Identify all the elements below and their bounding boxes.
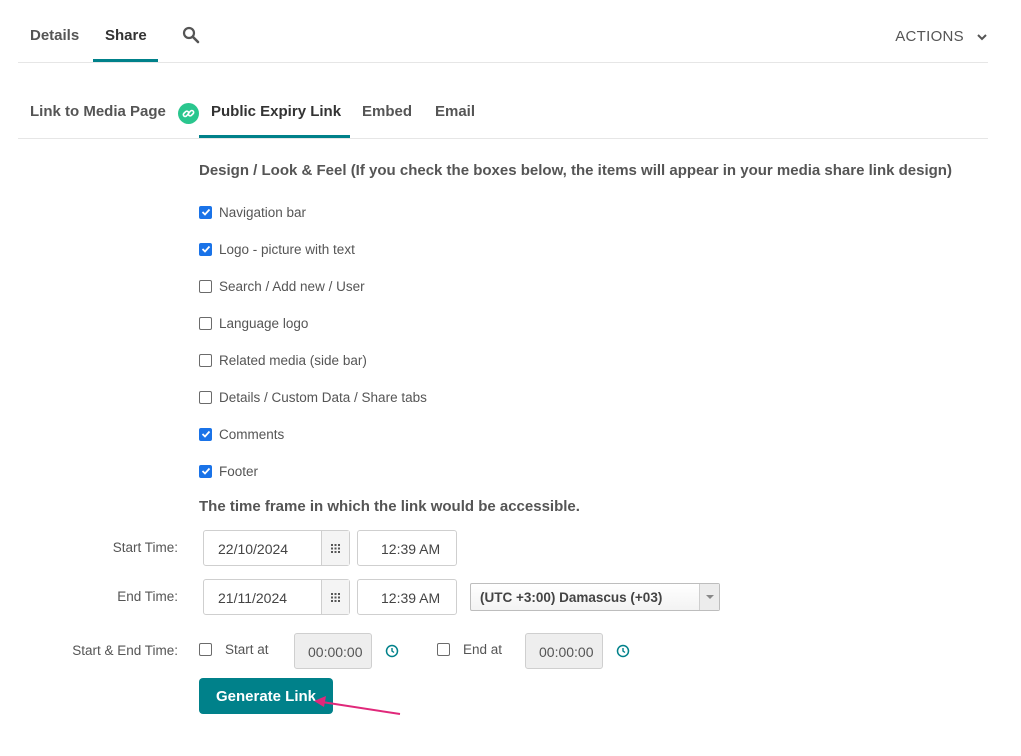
start-at-input[interactable]: 00:00:00 [294, 633, 372, 669]
actions-label: ACTIONS [895, 28, 964, 45]
end-at-value: 00:00:00 [539, 644, 594, 660]
option-label: Navigation bar [219, 204, 307, 220]
end-at-label: End at [463, 642, 503, 657]
tab-link-to-media-page[interactable]: Link to Media Page [30, 103, 166, 120]
clock-icon[interactable] [385, 644, 399, 658]
annotation-arrow [314, 696, 401, 715]
option-navigation-bar[interactable]: Navigation bar [199, 204, 306, 220]
actions-menu[interactable]: ACTIONS [895, 28, 988, 45]
start-at-checkbox[interactable] [199, 643, 212, 656]
timezone-value: (UTC +3:00) Damascus (+03) [480, 590, 663, 605]
checkbox[interactable] [199, 390, 212, 404]
option-label: Details / Custom Data / Share tabs [219, 389, 427, 405]
top-tab-bar: Details Share ACTIONS [18, 0, 988, 63]
tab-email[interactable]: Email [435, 103, 475, 120]
option-search-add-user[interactable]: Search / Add new / User [199, 278, 365, 294]
end-date-input[interactable]: 21/11/2024 [203, 579, 350, 615]
end-at-checkbox[interactable] [437, 643, 450, 656]
checkbox[interactable] [199, 242, 212, 256]
checkbox[interactable] [199, 205, 212, 219]
tab-share[interactable]: Share [105, 27, 147, 44]
caret-down-icon [699, 584, 719, 610]
start-time-input[interactable]: 12:39 AM [357, 530, 457, 566]
option-label: Related media (side bar) [219, 352, 367, 368]
end-date-value: 21/11/2024 [218, 590, 288, 606]
design-section-title: Design / Look & Feel (If you check the b… [199, 162, 952, 179]
end-at-input[interactable]: 00:00:00 [525, 633, 603, 669]
end-time-label: End Time: [117, 589, 178, 604]
option-label: Footer [219, 463, 259, 479]
end-time-value: 12:39 AM [381, 590, 441, 606]
checkbox[interactable] [199, 279, 212, 293]
tab-public-expiry-indicator [199, 135, 350, 138]
calendar-icon[interactable] [321, 580, 349, 614]
option-label: Search / Add new / User [219, 278, 365, 294]
clock-icon[interactable] [616, 644, 630, 658]
search-icon[interactable] [182, 26, 200, 44]
option-language-logo[interactable]: Language logo [199, 315, 308, 331]
option-label: Logo - picture with text [219, 241, 355, 257]
option-details-tabs[interactable]: Details / Custom Data / Share tabs [199, 389, 427, 405]
option-footer[interactable]: Footer [199, 463, 258, 479]
share-sub-tabs: Link to Media Page Public Expiry Link Em… [18, 88, 988, 139]
option-logo[interactable]: Logo - picture with text [199, 241, 355, 257]
tab-public-expiry-link[interactable]: Public Expiry Link [211, 103, 341, 120]
start-date-input[interactable]: 22/10/2024 [203, 530, 350, 566]
end-time-input[interactable]: 12:39 AM [357, 579, 457, 615]
start-time-label: Start Time: [112, 540, 178, 555]
link-icon [178, 103, 199, 124]
checkbox[interactable] [199, 316, 212, 330]
checkbox[interactable] [199, 353, 212, 367]
option-label: Language logo [219, 315, 309, 331]
start-end-time-label: Start & End Time: [72, 643, 178, 658]
start-at-value: 00:00:00 [308, 644, 363, 660]
timeframe-title: The time frame in which the link would b… [199, 498, 580, 515]
tab-details[interactable]: Details [30, 27, 79, 44]
checkbox[interactable] [199, 464, 212, 478]
start-at-label: Start at [225, 642, 269, 657]
calendar-icon[interactable] [321, 531, 349, 565]
start-time-value: 12:39 AM [381, 541, 441, 557]
option-comments[interactable]: Comments [199, 426, 284, 442]
option-related-media[interactable]: Related media (side bar) [199, 352, 367, 368]
option-label: Comments [219, 426, 285, 442]
tab-share-indicator [93, 59, 158, 62]
checkbox[interactable] [199, 427, 212, 441]
timezone-select[interactable]: (UTC +3:00) Damascus (+03) [470, 583, 720, 611]
start-date-value: 22/10/2024 [218, 541, 289, 557]
chevron-down-icon [977, 33, 987, 40]
tab-embed[interactable]: Embed [362, 103, 412, 120]
